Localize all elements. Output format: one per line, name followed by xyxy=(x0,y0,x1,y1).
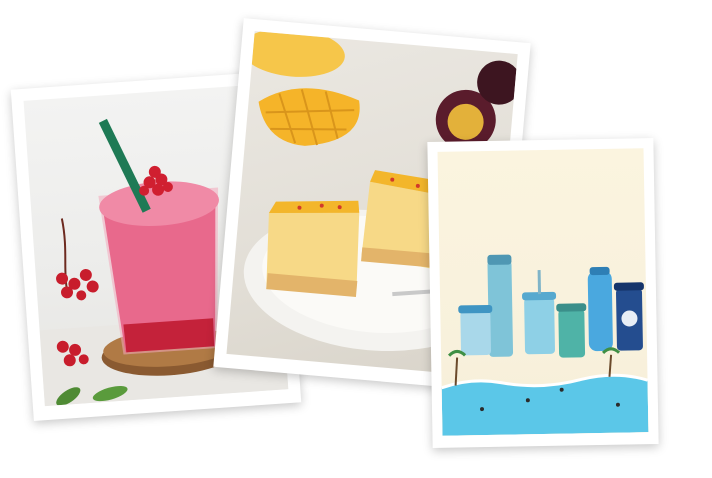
tumblers-image xyxy=(441,254,649,436)
photo-card-tumblers xyxy=(427,138,659,448)
photo-collage xyxy=(0,0,712,478)
photo-tumblers xyxy=(437,148,649,436)
